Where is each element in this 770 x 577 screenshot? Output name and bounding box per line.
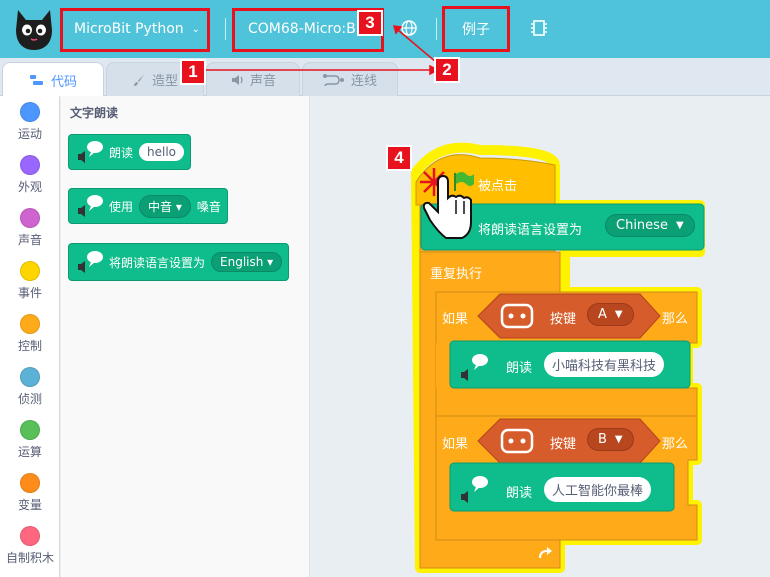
button-b-dropdown[interactable]: B ▼ xyxy=(587,428,634,451)
language-dropdown[interactable]: Chinese ▼ xyxy=(605,214,695,237)
if-label: 如果 xyxy=(442,437,469,452)
then-label: 那么 xyxy=(662,437,689,452)
if-label: 如果 xyxy=(442,312,469,327)
set-language-label: 将朗读语言设置为 xyxy=(478,223,583,238)
then-label: 那么 xyxy=(662,312,689,327)
dropdown-arrow-icon: ▼ xyxy=(614,309,623,320)
speak-text-input[interactable]: 小喵科技有黑科技 xyxy=(544,352,665,377)
script-blocks xyxy=(206,25,705,573)
button-value: B xyxy=(598,432,607,447)
speak-label: 朗读 xyxy=(506,486,533,501)
when-flag-clicked-label: 被点击 xyxy=(478,179,518,194)
dropdown-arrow-icon: ▼ xyxy=(614,434,623,445)
annotation-badge-1: 1 xyxy=(180,59,206,85)
button-label: 按键 xyxy=(550,312,577,327)
annotation-badge-2: 2 xyxy=(434,57,460,83)
annotation-arrow xyxy=(206,25,440,76)
language-value: Chinese xyxy=(616,218,668,233)
forever-label: 重复执行 xyxy=(430,267,483,282)
button-a-dropdown[interactable]: A ▼ xyxy=(587,303,634,326)
speak-text-input[interactable]: 人工智能你最棒 xyxy=(544,477,652,502)
annotation-badge-4: 4 xyxy=(386,145,412,171)
button-value: A xyxy=(598,307,607,322)
button-label: 按键 xyxy=(550,437,577,452)
speak-label: 朗读 xyxy=(506,361,533,376)
dropdown-arrow-icon: ▼ xyxy=(675,220,684,231)
annotation-badge-3: 3 xyxy=(357,10,383,36)
